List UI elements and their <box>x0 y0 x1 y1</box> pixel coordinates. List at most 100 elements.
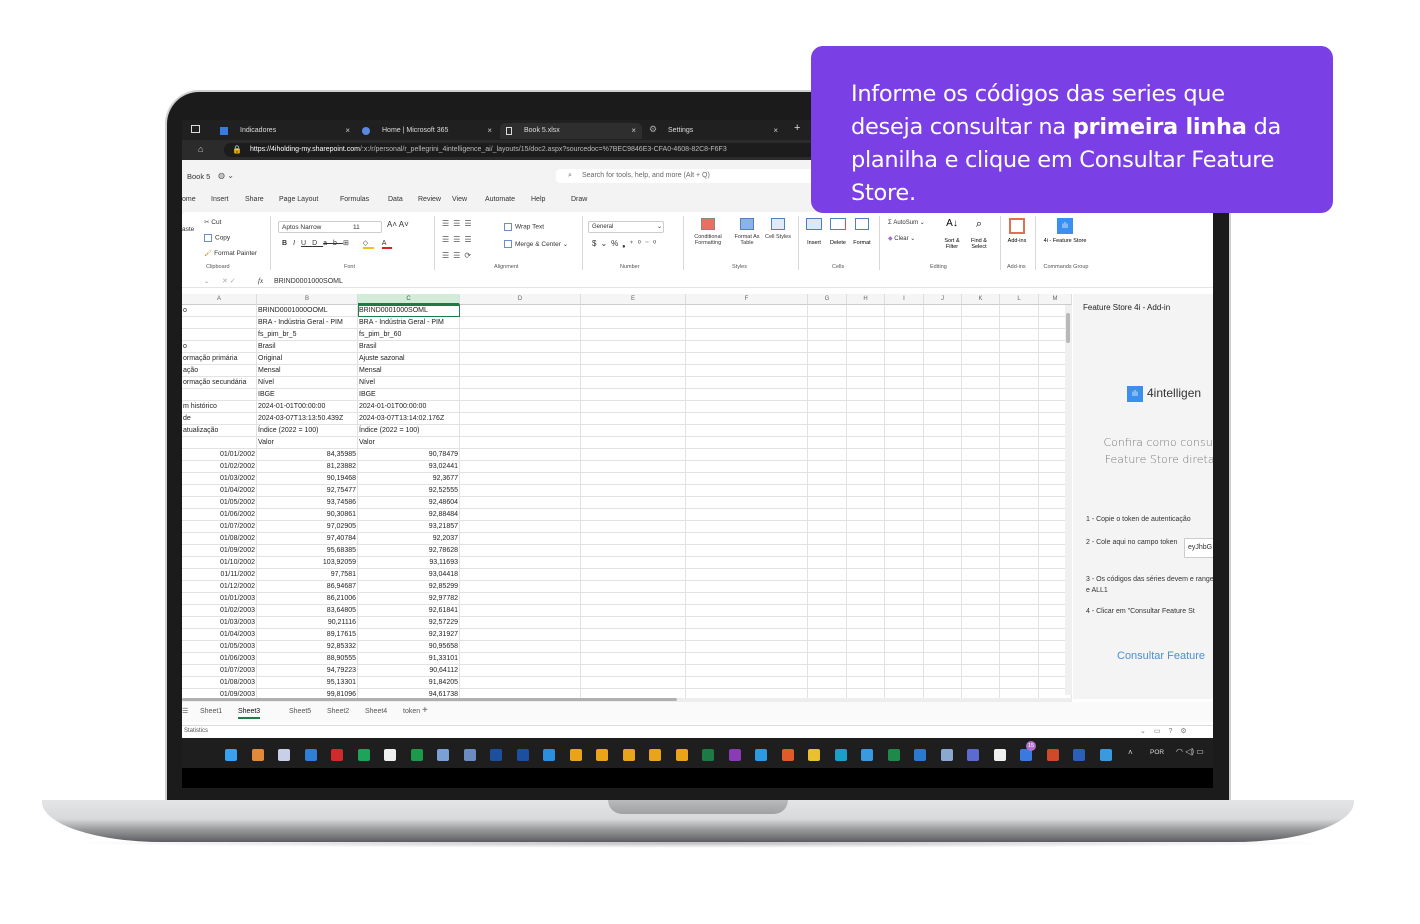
empty-cell[interactable] <box>1000 413 1039 425</box>
close-icon[interactable]: × <box>631 126 636 135</box>
empty-cell[interactable] <box>460 425 581 437</box>
excel-icon[interactable] <box>702 749 714 761</box>
empty-cell[interactable] <box>581 305 686 317</box>
empty-cell[interactable] <box>581 665 686 677</box>
empty-cell[interactable] <box>847 377 885 389</box>
metadata-cell[interactable]: m histórico <box>182 401 257 413</box>
empty-cell[interactable] <box>847 545 885 557</box>
empty-cell[interactable] <box>460 485 581 497</box>
empty-cell[interactable] <box>847 437 885 449</box>
empty-cell[interactable] <box>1000 617 1039 629</box>
data-cell[interactable]: 91,84205 <box>358 677 460 689</box>
empty-cell[interactable] <box>460 641 581 653</box>
empty-cell[interactable] <box>808 617 847 629</box>
data-cell[interactable]: 92,85299 <box>358 581 460 593</box>
metadata-cell[interactable] <box>182 317 257 329</box>
app-circle-icon[interactable] <box>384 749 396 761</box>
empty-cell[interactable] <box>581 581 686 593</box>
empty-cell[interactable] <box>924 521 962 533</box>
empty-cell[interactable] <box>885 509 924 521</box>
empty-cell[interactable] <box>581 353 686 365</box>
empty-cell[interactable] <box>885 497 924 509</box>
app-grid-icon[interactable] <box>1099 749 1112 761</box>
empty-cell[interactable] <box>847 413 885 425</box>
data-cell[interactable]: 95,68385 <box>257 545 358 557</box>
browser-tab-settings[interactable]: ⚙ Settings × <box>644 123 784 139</box>
ribbon-tab-review[interactable]: Review <box>418 196 441 203</box>
search-input[interactable]: ⌕ Search for tools, help, and more (Alt +… <box>556 169 816 183</box>
data-cell[interactable]: 89,17615 <box>257 629 358 641</box>
empty-cell[interactable] <box>1000 677 1039 689</box>
data-cell[interactable]: 90,30861 <box>257 509 358 521</box>
app-red-icon[interactable] <box>781 749 794 761</box>
empty-cell[interactable] <box>847 425 885 437</box>
outlook-icon[interactable] <box>304 749 317 761</box>
empty-cell[interactable] <box>1000 305 1039 317</box>
wrap-text-button[interactable]: Wrap Text <box>504 223 544 231</box>
empty-cell[interactable] <box>686 605 808 617</box>
empty-cell[interactable] <box>581 413 686 425</box>
empty-cell[interactable] <box>924 557 962 569</box>
remote-desktop-icon[interactable] <box>940 749 953 761</box>
empty-cell[interactable] <box>885 341 924 353</box>
empty-cell[interactable] <box>885 413 924 425</box>
data-cell[interactable]: 93,21857 <box>358 521 460 533</box>
password-manager-icon[interactable] <box>278 749 290 761</box>
empty-cell[interactable] <box>847 461 885 473</box>
data-cell[interactable]: 86,94687 <box>257 581 358 593</box>
empty-cell[interactable] <box>924 545 962 557</box>
metadata-cell[interactable]: ormação secundária <box>182 377 257 389</box>
empty-cell[interactable] <box>460 401 581 413</box>
word-icon[interactable] <box>1073 749 1085 761</box>
empty-cell[interactable] <box>962 437 1000 449</box>
metadata-cell[interactable] <box>182 437 257 449</box>
metadata-cell[interactable]: Mensal <box>358 365 460 377</box>
empty-cell[interactable] <box>1000 341 1039 353</box>
empty-cell[interactable] <box>847 629 885 641</box>
empty-cell[interactable] <box>460 545 581 557</box>
empty-cell[interactable] <box>1000 473 1039 485</box>
empty-cell[interactable] <box>1000 425 1039 437</box>
empty-cell[interactable] <box>962 413 1000 425</box>
data-cell[interactable]: 01/12/2002 <box>182 581 257 593</box>
data-cell[interactable]: 01/03/2003 <box>182 617 257 629</box>
empty-cell[interactable] <box>686 377 808 389</box>
empty-cell[interactable] <box>924 641 962 653</box>
metadata-cell[interactable]: Nível <box>257 377 358 389</box>
empty-cell[interactable] <box>924 677 962 689</box>
formula-input[interactable]: BRIND0001000SOML <box>274 278 343 285</box>
data-cell[interactable]: 86,21006 <box>257 593 358 605</box>
empty-cell[interactable] <box>581 473 686 485</box>
ribbon-tab-insert[interactable]: Insert <box>211 196 229 203</box>
empty-cell[interactable] <box>962 425 1000 437</box>
empty-cell[interactable] <box>885 533 924 545</box>
empty-cell[interactable] <box>924 341 962 353</box>
empty-cell[interactable] <box>924 317 962 329</box>
empty-cell[interactable] <box>962 497 1000 509</box>
ribbon-tab-page-layout[interactable]: Page Layout <box>279 196 318 203</box>
empty-cell[interactable] <box>924 581 962 593</box>
empty-cell[interactable] <box>460 389 581 401</box>
data-cell[interactable]: 90,95658 <box>358 641 460 653</box>
empty-cell[interactable] <box>847 341 885 353</box>
metadata-cell[interactable]: fs_pim_br_5 <box>257 329 358 341</box>
empty-cell[interactable] <box>1000 653 1039 665</box>
empty-cell[interactable] <box>808 317 847 329</box>
empty-cell[interactable] <box>581 497 686 509</box>
empty-cell[interactable] <box>460 617 581 629</box>
metadata-cell[interactable]: BRA - Indústria Geral - PIM <box>257 317 358 329</box>
empty-cell[interactable] <box>924 629 962 641</box>
ribbon-tab-formulas[interactable]: Formulas <box>340 196 369 203</box>
edge-icon[interactable] <box>834 749 847 761</box>
copy-button[interactable]: Copy <box>204 234 230 242</box>
column-header-m[interactable]: M <box>1039 294 1072 305</box>
metadata-cell[interactable]: o <box>182 341 257 353</box>
metadata-cell[interactable]: Brasil <box>257 341 358 353</box>
empty-cell[interactable] <box>1000 485 1039 497</box>
column-header-e[interactable]: E <box>581 294 686 305</box>
windows-start-icon[interactable] <box>225 749 237 761</box>
data-cell[interactable]: 01/03/2002 <box>182 473 257 485</box>
data-cell[interactable]: 95,13301 <box>257 677 358 689</box>
empty-cell[interactable] <box>808 641 847 653</box>
empty-cell[interactable] <box>686 461 808 473</box>
